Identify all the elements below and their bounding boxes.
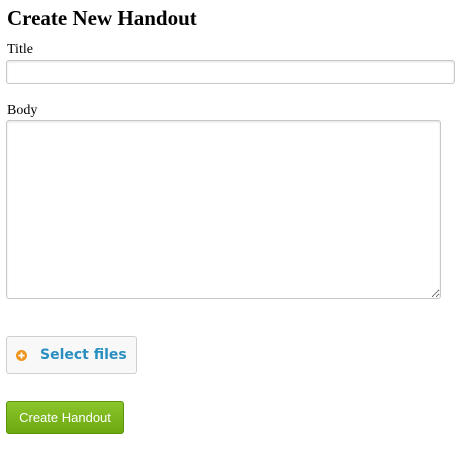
title-input[interactable] — [6, 60, 455, 84]
page-title: Create New Handout — [7, 6, 197, 30]
create-handout-button[interactable]: Create Handout — [6, 401, 124, 434]
plus-circle-icon — [16, 350, 27, 361]
select-files-label: Select files — [40, 347, 127, 363]
body-label: Body — [7, 103, 38, 118]
select-files-button[interactable]: Select files — [6, 336, 137, 374]
title-label: Title — [7, 42, 33, 57]
body-textarea[interactable] — [6, 120, 441, 299]
